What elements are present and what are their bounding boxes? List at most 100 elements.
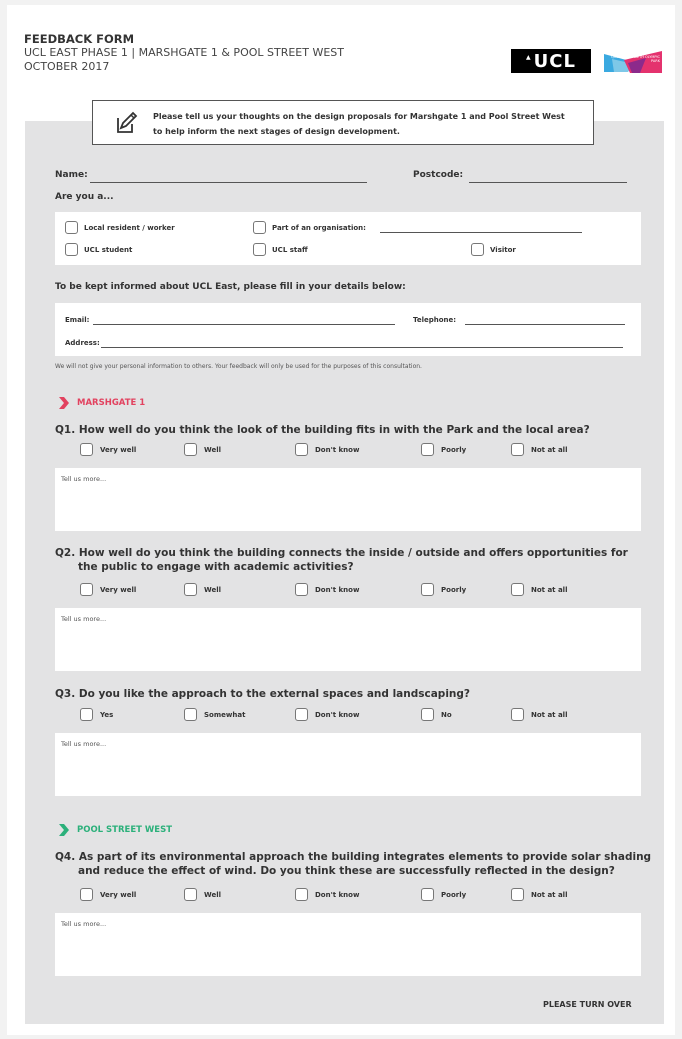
q2-text: Q2. How well do you think the building c… [55,546,628,574]
q1-very-well-checkbox[interactable] [80,443,93,456]
q1-dont-know-checkbox[interactable] [295,443,308,456]
marshgate-section-title: MARSHGATE 1 [77,398,146,408]
q2-poorly-checkbox[interactable] [421,583,434,596]
q4-option-label: Not at all [531,891,568,899]
email-label: Email: [65,316,90,324]
q2-dont-know-checkbox[interactable] [295,583,308,596]
q1-option-label: Very well [100,446,137,454]
form-title: FEEDBACK FORM [24,32,135,46]
q2-text-line-1: Q2. How well do you think the building c… [55,547,628,559]
olympic-park-logo: QUEEN ELIZABETH OLYMPIC PARK [604,51,662,73]
name-field[interactable] [90,182,367,183]
visitor-label: Visitor [490,246,516,254]
contact-heading: To be kept informed about UCL East, plea… [55,282,406,292]
intro-line-2: to help inform the next stages of design… [153,127,400,136]
local-resident-label: Local resident / worker [84,224,175,232]
postcode-label: Postcode: [413,170,464,180]
postcode-field[interactable] [469,182,627,183]
q4-very-well-checkbox[interactable] [80,888,93,901]
q1-text: Q1. How well do you think the look of th… [55,424,590,436]
q3-no-checkbox[interactable] [421,708,434,721]
form-date: OCTOBER 2017 [24,60,110,73]
intro-box: Please tell us your thoughts on the desi… [92,100,594,145]
pool-street-section-title: POOL STREET WEST [77,825,172,835]
q3-option-label: Don't know [315,711,360,719]
feedback-form-page: FEEDBACK FORM UCL EAST PHASE 1 | MARSHGA… [7,5,675,1035]
q2-text-line-2: the public to engage with academic activ… [78,561,354,573]
q1-poorly-checkbox[interactable] [421,443,434,456]
q1-option-label: Not at all [531,446,568,454]
q1-not-at-all-checkbox[interactable] [511,443,524,456]
pool-street-chevron-icon [59,824,69,836]
name-label: Name: [55,170,88,180]
q3-not-at-all-checkbox[interactable] [511,708,524,721]
q3-dont-know-checkbox[interactable] [295,708,308,721]
ucl-logo-text: UCL [533,50,576,72]
q4-poorly-checkbox[interactable] [421,888,434,901]
organisation-label: Part of an organisation: [272,224,366,232]
olympic-park-logo-text: QUEEN ELIZABETH OLYMPIC PARK [611,55,660,63]
q3-option-label: No [441,711,452,719]
telephone-label: Telephone: [413,316,457,324]
q3-somewhat-checkbox[interactable] [184,708,197,721]
q3-comment-placeholder: Tell us more... [61,740,107,748]
q2-not-at-all-checkbox[interactable] [511,583,524,596]
q3-text: Q3. Do you like the approach to the exte… [55,688,471,700]
q4-well-checkbox[interactable] [184,888,197,901]
are-you-label: Are you a... [55,192,114,202]
q2-comment-placeholder: Tell us more... [61,615,107,623]
q1-option-label: Don't know [315,446,360,454]
organisation-field[interactable] [380,232,582,233]
contact-box [55,303,641,356]
q3-option-label: Not at all [531,711,568,719]
q4-option-label: Don't know [315,891,360,899]
q4-text-line-1: Q4. As part of its environmental approac… [55,851,652,863]
q1-comment-placeholder: Tell us more... [61,475,107,483]
intro-line-1: Please tell us your thoughts on the desi… [153,112,565,121]
telephone-field[interactable] [465,324,625,325]
q3-option-label: Somewhat [204,711,246,719]
visitor-checkbox[interactable] [471,243,484,256]
email-field[interactable] [93,324,395,325]
q1-comment-box[interactable]: Tell us more... [55,468,641,531]
organisation-checkbox[interactable] [253,221,266,234]
q2-option-label: Well [204,586,222,594]
ucl-logo: ▲ UCL [511,49,591,73]
privacy-note: We will not give your personal informati… [55,363,422,370]
respondent-type-box [55,212,641,265]
local-resident-checkbox[interactable] [65,221,78,234]
q2-option-label: Poorly [441,586,467,594]
q2-option-label: Very well [100,586,137,594]
ucl-student-label: UCL student [84,246,133,254]
ucl-staff-checkbox[interactable] [253,243,266,256]
q3-yes-checkbox[interactable] [80,708,93,721]
ucl-student-checkbox[interactable] [65,243,78,256]
ucl-seal-icon: ▲ [526,53,532,61]
q4-comment-box[interactable]: Tell us more... [55,913,641,976]
q4-option-label: Very well [100,891,137,899]
q2-option-label: Not at all [531,586,568,594]
q2-well-checkbox[interactable] [184,583,197,596]
ucl-staff-label: UCL staff [272,246,308,254]
q4-not-at-all-checkbox[interactable] [511,888,524,901]
q4-dont-know-checkbox[interactable] [295,888,308,901]
q2-comment-box[interactable]: Tell us more... [55,608,641,671]
marshgate-chevron-icon [59,397,69,409]
intro-text: Please tell us your thoughts on the desi… [153,109,565,139]
q4-text-line-2: and reduce the effect of wind. Do you th… [78,865,615,877]
address-label: Address: [65,339,100,347]
q3-comment-box[interactable]: Tell us more... [55,733,641,796]
q4-option-label: Poorly [441,891,467,899]
q4-option-label: Well [204,891,222,899]
address-field[interactable] [101,347,623,348]
please-turn-over: PLEASE TURN OVER [543,1000,632,1009]
q1-option-label: Poorly [441,446,467,454]
q2-very-well-checkbox[interactable] [80,583,93,596]
q3-option-label: Yes [100,711,114,719]
q2-option-label: Don't know [315,586,360,594]
q4-comment-placeholder: Tell us more... [61,920,107,928]
q1-well-checkbox[interactable] [184,443,197,456]
q1-option-label: Well [204,446,222,454]
edit-icon [117,111,138,133]
form-subtitle: UCL EAST PHASE 1 | MARSHGATE 1 & POOL ST… [24,46,344,59]
